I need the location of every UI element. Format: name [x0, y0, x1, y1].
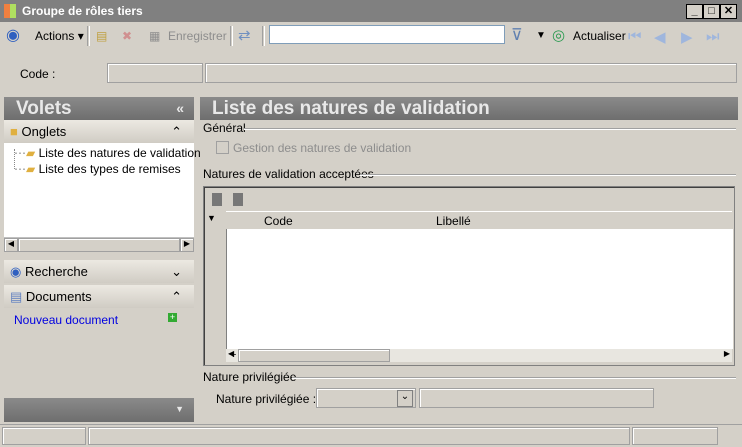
close-button[interactable]: ✕ [720, 4, 737, 19]
row-indicator-icon: ▼ [207, 213, 216, 223]
status-pane [2, 427, 86, 445]
new-document-link[interactable]: Nouveau document [14, 313, 118, 327]
new-icon[interactable]: ▤ [96, 24, 107, 48]
add-icon[interactable]: + [168, 313, 177, 322]
filter-dropdown-icon[interactable]: ▼ [536, 24, 546, 48]
sidebar-title: Volets [16, 98, 72, 119]
scroll-thumb[interactable] [238, 349, 390, 362]
tree-item-label: Liste des types de remises [38, 162, 181, 176]
checkbox-label: Gestion des natures de validation [233, 141, 412, 155]
preferred-label: Nature privilégiée : [216, 392, 317, 406]
tree-view: ⋯▰ Liste des natures de validation ⋯▰ Li… [4, 143, 201, 237]
section-label: Documents [25, 289, 92, 304]
actions-menu[interactable]: Actions ▾ [35, 24, 84, 48]
description-field[interactable] [205, 63, 737, 83]
actions-icon: ◉ [6, 27, 20, 44]
divider [244, 128, 736, 130]
search-input[interactable] [269, 25, 505, 44]
validation-checkbox[interactable] [216, 141, 229, 154]
sync-icon[interactable]: ⇄ [238, 24, 251, 48]
folder-icon: ■ [10, 124, 18, 139]
collapse-icon[interactable]: ⌃ [171, 285, 182, 308]
page-title: Liste des natures de validation [200, 97, 738, 120]
status-pane [632, 427, 718, 445]
document-icon: ▤ [10, 289, 23, 304]
edit-row-icon[interactable] [233, 193, 243, 206]
collapse-icon[interactable]: ⌃ [171, 120, 182, 143]
status-bar [0, 424, 742, 447]
preferred-group-label: Nature privilégiée [203, 370, 297, 384]
last-record-icon[interactable]: ⏭ [706, 28, 720, 45]
window-title: Groupe de rôles tiers [22, 4, 143, 18]
tree-item[interactable]: ⋯▰ Liste des natures de validation [14, 146, 201, 160]
scroll-thumb[interactable] [18, 238, 180, 252]
delete-icon[interactable]: ✖ [122, 24, 132, 48]
divider [292, 377, 736, 379]
section-label: Recherche [24, 264, 88, 279]
app-icon-part [10, 4, 16, 18]
scroll-left-icon[interactable]: ◀ [4, 238, 18, 252]
column-code[interactable]: Code [264, 214, 293, 228]
tree-item-label: Liste des natures de validation [38, 146, 201, 160]
separator [262, 26, 265, 46]
scroll-right-icon[interactable]: ▶ [180, 238, 194, 252]
refresh-icon[interactable]: ◎ [552, 24, 565, 48]
separator [87, 26, 90, 46]
tree-item[interactable]: ⋯▰ Liste des types de remises [14, 162, 181, 176]
horizontal-scrollbar[interactable]: ◀ ▶ [4, 237, 194, 252]
search-icon: ◉ [10, 264, 22, 279]
add-icon[interactable]: + [230, 349, 236, 361]
grid-scrollbar[interactable]: ◀ ▶ [226, 349, 732, 362]
dropdown-icon[interactable]: ⌄ [397, 390, 413, 407]
sidebar-header: Volets « [4, 97, 194, 120]
general-group-label: Général [203, 121, 246, 135]
minimize-button[interactable]: _ [686, 4, 703, 19]
separator [230, 26, 233, 46]
first-record-icon[interactable]: ⏮ [628, 28, 642, 45]
folder-icon: ▰ [26, 162, 36, 176]
next-record-icon[interactable]: ▶ [681, 28, 693, 46]
section-recherche[interactable]: ◉ Recherche ⌄ [4, 260, 194, 283]
preferred-select[interactable]: ⌄ [316, 388, 416, 408]
status-pane [88, 427, 630, 445]
sidebar-footer: ▼ [4, 398, 194, 422]
save-icon: ▦ [149, 29, 161, 43]
grid: Code Libellé ▼ ◀ ▶ + [203, 186, 735, 366]
code-label: Code : [20, 67, 56, 81]
title-bar: Groupe de rôles tiers _ □ ✕ [0, 0, 742, 22]
grid-body [226, 229, 733, 349]
section-onglets[interactable]: ■ Onglets ⌃ [4, 120, 194, 143]
actions-label: Actions [35, 29, 75, 43]
expand-icon[interactable]: ⌄ [171, 260, 182, 283]
refresh-button[interactable]: Actualiser [573, 24, 626, 48]
section-label: Onglets [21, 124, 67, 139]
grid-header: Code Libellé [226, 211, 732, 230]
collapse-sidebar-icon[interactable]: « [176, 97, 184, 120]
folder-open-icon: ▰ [26, 146, 36, 160]
accepted-group-label: Natures de validation acceptées [203, 167, 374, 181]
save-button[interactable]: Enregistrer [168, 24, 227, 48]
code-field[interactable] [107, 63, 203, 83]
section-documents[interactable]: ▤ Documents ⌃ [4, 285, 194, 308]
previous-record-icon[interactable]: ◀ [654, 28, 666, 46]
filter-icon[interactable]: ⊽ [511, 24, 523, 48]
column-libelle[interactable]: Libellé [436, 214, 471, 228]
scroll-right-icon[interactable]: ▶ [724, 349, 730, 358]
preferred-description-field [419, 388, 654, 408]
dropdown-icon[interactable]: ▼ [175, 398, 184, 421]
add-row-icon[interactable] [212, 193, 222, 206]
divider [360, 174, 736, 176]
maximize-button[interactable]: □ [703, 4, 720, 19]
